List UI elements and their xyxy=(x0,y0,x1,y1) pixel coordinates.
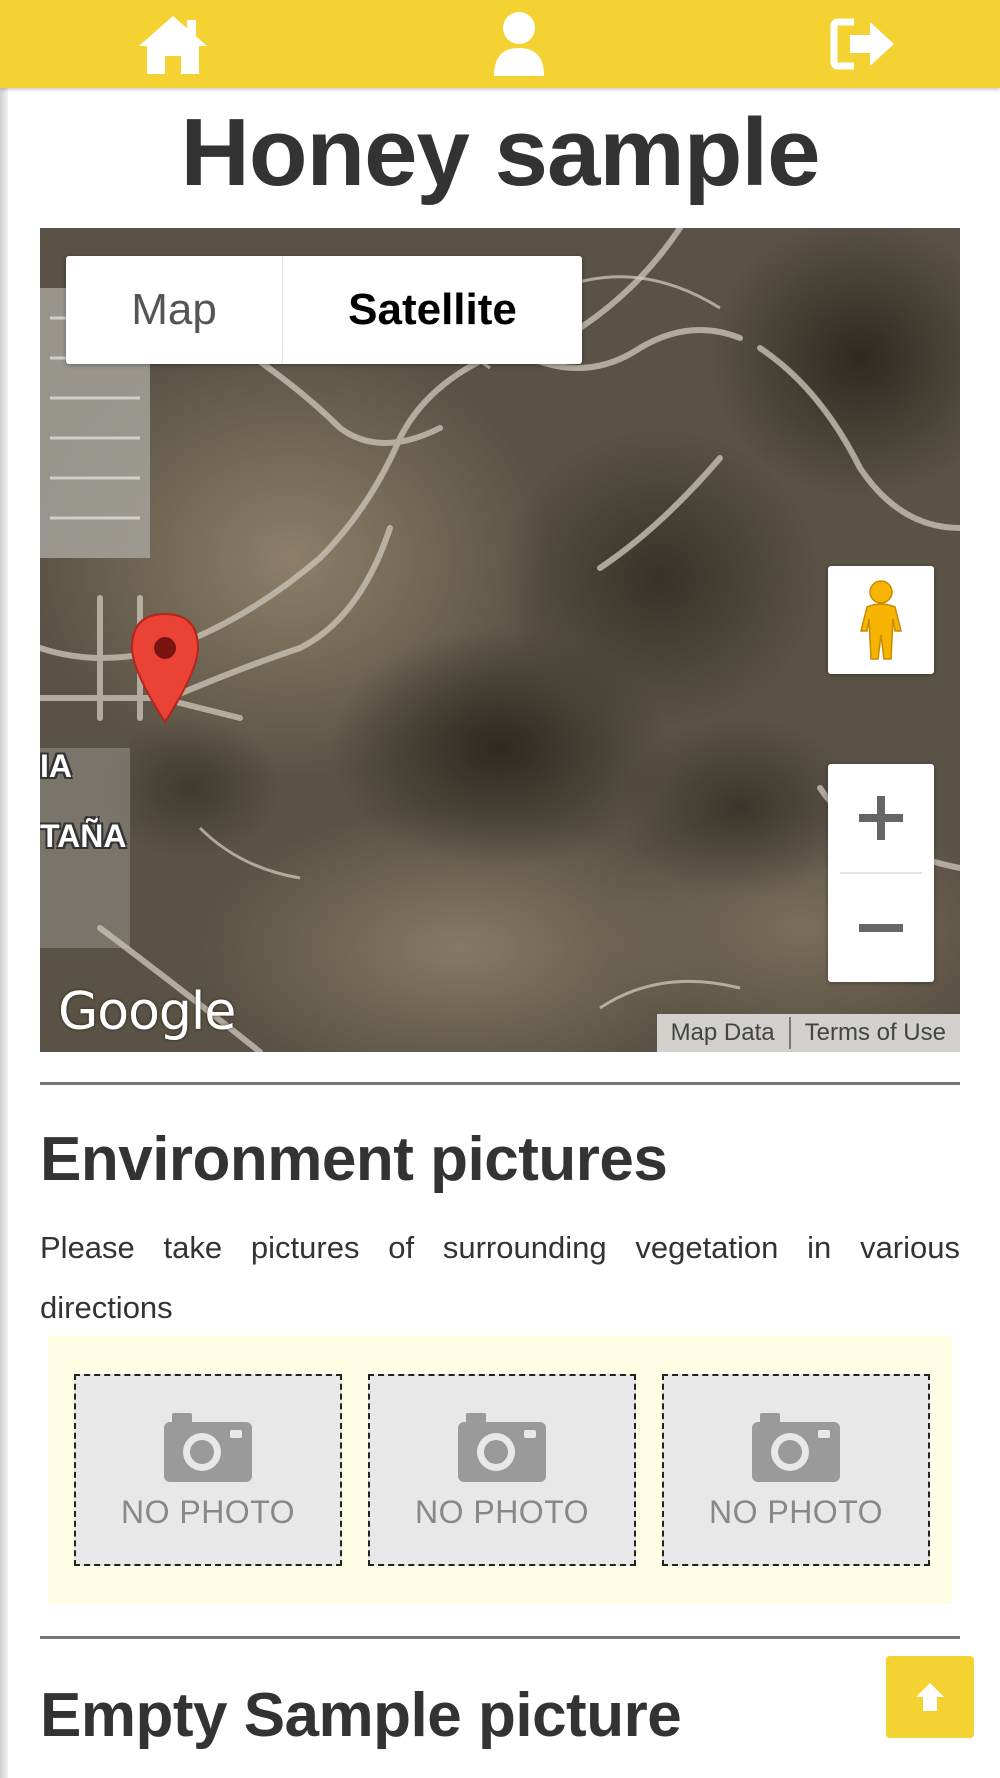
section-divider xyxy=(40,1082,960,1085)
plus-icon xyxy=(859,796,903,840)
left-edge-shadow xyxy=(0,0,8,1778)
user-icon xyxy=(494,12,544,76)
location-marker-icon[interactable] xyxy=(130,612,200,724)
satellite-map[interactable]: IA TAÑA Map Satellite Google Map Data Te… xyxy=(40,228,960,1052)
google-logo: Google xyxy=(58,982,236,1042)
map-attribution: Map Data Terms of Use xyxy=(656,1014,960,1052)
map-type-satellite-button[interactable]: Satellite xyxy=(283,256,582,364)
home-icon xyxy=(139,16,207,74)
home-button[interactable] xyxy=(128,6,218,82)
zoom-out-button[interactable] xyxy=(828,874,934,982)
scroll-to-top-button[interactable] xyxy=(886,1656,974,1738)
arrow-up-icon xyxy=(916,1683,944,1711)
section-divider xyxy=(40,1636,960,1639)
environment-pictures-description: Please take pictures of surrounding vege… xyxy=(40,1230,960,1325)
profile-button[interactable] xyxy=(474,6,564,82)
map-place-label: TAÑA xyxy=(40,818,127,854)
map-data-link[interactable]: Map Data xyxy=(657,1019,789,1047)
street-view-button[interactable] xyxy=(828,566,934,674)
map-type-control: Map Satellite xyxy=(66,256,582,364)
top-nav-bar xyxy=(0,0,1000,88)
map-place-label: IA xyxy=(40,748,72,784)
camera-icon xyxy=(458,1412,546,1482)
photo-slot[interactable]: NO PHOTO xyxy=(368,1374,636,1566)
environment-photos-area: NO PHOTO NO PHOTO NO PHOTO xyxy=(48,1336,952,1604)
empty-sample-picture-heading: Empty Sample picture xyxy=(40,1681,682,1750)
photo-slot[interactable]: NO PHOTO xyxy=(662,1374,930,1566)
logout-icon xyxy=(830,18,894,70)
zoom-in-button[interactable] xyxy=(828,764,934,872)
camera-icon xyxy=(752,1412,840,1482)
environment-pictures-heading: Environment pictures xyxy=(40,1125,668,1194)
zoom-control xyxy=(828,764,934,982)
pegman-icon xyxy=(860,580,902,660)
minus-icon xyxy=(859,924,903,932)
terms-of-use-link[interactable]: Terms of Use xyxy=(791,1019,960,1047)
page-title: Honey sample xyxy=(180,99,821,206)
no-photo-label: NO PHOTO xyxy=(414,1493,590,1530)
map-type-map-button[interactable]: Map xyxy=(66,256,283,364)
logout-button[interactable] xyxy=(818,6,908,82)
no-photo-label: NO PHOTO xyxy=(120,1493,296,1530)
photo-slot[interactable]: NO PHOTO xyxy=(74,1374,342,1566)
no-photo-label: NO PHOTO xyxy=(708,1493,884,1530)
camera-icon xyxy=(164,1412,252,1482)
